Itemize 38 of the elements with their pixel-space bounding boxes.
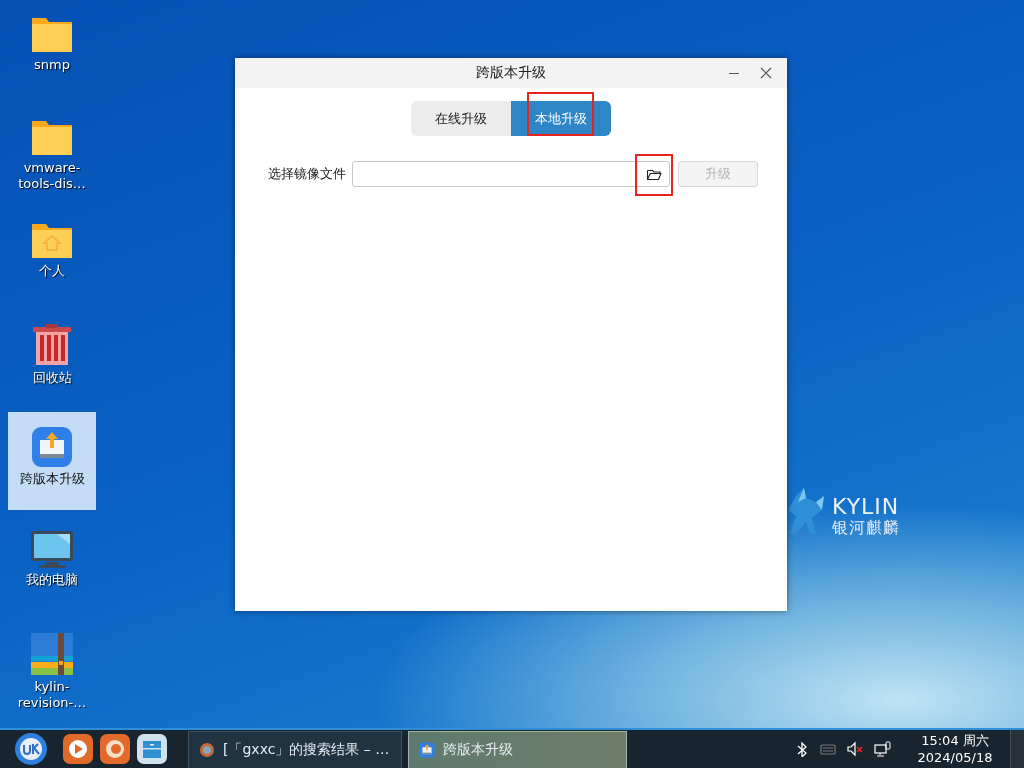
start-menu-button[interactable] xyxy=(14,732,48,766)
upgrade-app-icon xyxy=(419,742,435,758)
desktop-icon-label: kylin-revision-… xyxy=(16,679,88,711)
desktop-icon-label: 跨版本升级 xyxy=(18,471,86,487)
browser-icon xyxy=(199,742,215,758)
desktop-icon-label: 个人 xyxy=(38,263,66,279)
desktop-icon[interactable]: snmp xyxy=(8,0,96,98)
taskbar-window-button[interactable]: 跨版本升级 xyxy=(408,731,627,768)
input-field[interactable] xyxy=(352,161,670,187)
desktop-icon-label: 我的电脑 xyxy=(25,572,79,588)
logo-text: KYLIN xyxy=(832,495,900,519)
clock-date: 2024/05/18 xyxy=(917,749,993,766)
clock-time: 15:04 周六 xyxy=(921,732,989,749)
computer-icon xyxy=(29,529,75,569)
network-icon[interactable] xyxy=(874,741,892,757)
window-title: 跨版本升级 xyxy=(476,64,546,82)
tab[interactable]: 本地升级 xyxy=(511,101,611,136)
desktop-icon[interactable]: 回收站 xyxy=(8,309,96,407)
upgrade-app-icon xyxy=(31,426,73,468)
desktop-icon[interactable]: 我的电脑 xyxy=(8,515,96,613)
trash-icon xyxy=(30,323,74,367)
desktop-icon-label: vmware-tools-dis… xyxy=(17,160,87,192)
volume-muted-icon[interactable] xyxy=(846,741,864,757)
field-label: 选择镜像文件 xyxy=(268,165,346,183)
logo-subtext: 银河麒麟 xyxy=(832,519,900,537)
archive-icon xyxy=(30,632,74,676)
tab[interactable]: 在线升级 xyxy=(411,101,511,136)
desktop-icon[interactable]: vmware-tools-dis… xyxy=(8,103,96,201)
media-player-icon[interactable] xyxy=(62,733,94,765)
desktop-icon[interactable]: kylin-revision-… xyxy=(8,618,96,716)
desktop-icon-label: snmp xyxy=(33,57,71,73)
desktop-icon[interactable]: 跨版本升级 xyxy=(8,412,96,510)
desktop-icon-label: 回收站 xyxy=(31,370,73,386)
folder-icon[interactable] xyxy=(645,167,663,181)
desktop-icon[interactable]: 个人 xyxy=(8,206,96,304)
browser-icon[interactable] xyxy=(99,733,131,765)
file-manager-icon[interactable] xyxy=(136,733,168,765)
taskbar-window-button[interactable]: [「gxxc」的搜索结果 – … xyxy=(188,731,402,768)
